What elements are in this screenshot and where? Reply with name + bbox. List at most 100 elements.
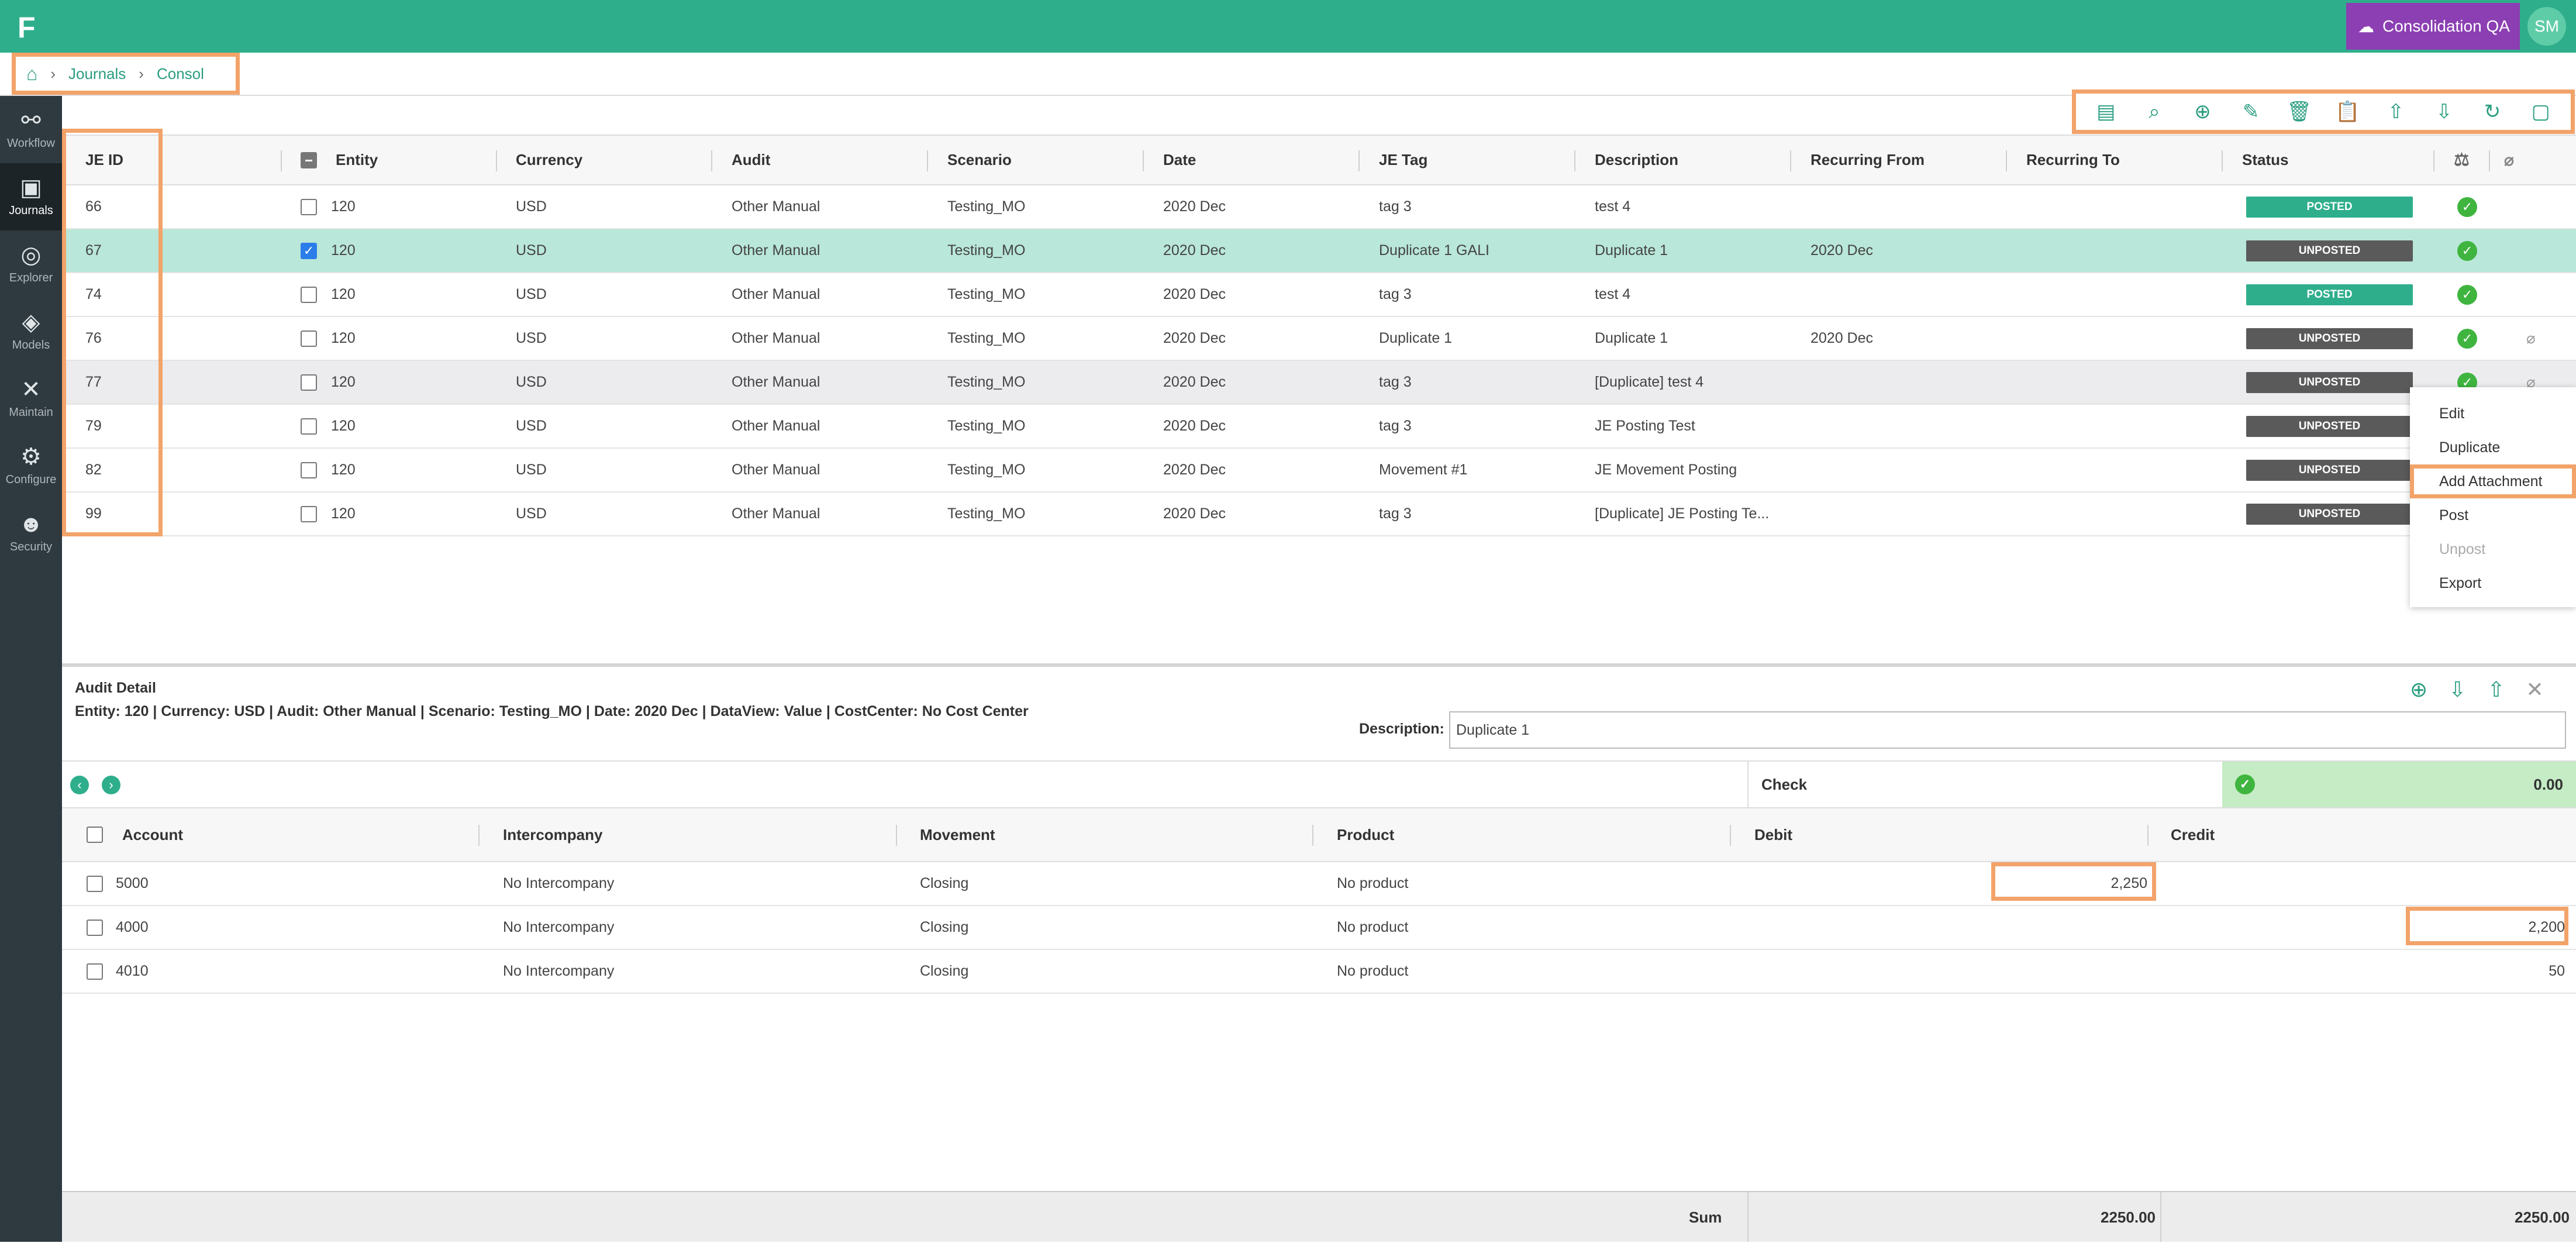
col-currency[interactable]: Currency xyxy=(516,136,582,184)
line-row[interactable]: 5000 No Intercompany Closing No product 2,25… xyxy=(62,862,2576,906)
delete-icon[interactable]: 🗑 xyxy=(2285,100,2314,123)
attachment-icon[interactable]: ⌀ xyxy=(2526,317,2536,360)
download-icon[interactable]: ⇩ xyxy=(2449,677,2466,702)
cell-tag: tag 3 xyxy=(1379,505,1412,522)
line-checkbox[interactable] xyxy=(87,950,103,993)
row-checkbox[interactable] xyxy=(301,185,317,228)
col-recurring-from[interactable]: Recurring From xyxy=(1811,136,1925,184)
sidebar-item-journals[interactable]: ▣ Journals xyxy=(0,163,62,230)
col-scenario[interactable]: Scenario xyxy=(947,136,1012,184)
line-checkbox[interactable] xyxy=(87,862,103,905)
cell-product: No product xyxy=(1337,919,1409,935)
cell-credit[interactable]: 50 xyxy=(2156,950,2565,993)
description-input[interactable] xyxy=(1449,711,2566,749)
cell-id: 99 xyxy=(85,505,102,522)
row-checkbox[interactable] xyxy=(301,361,317,404)
col-product[interactable]: Product xyxy=(1337,808,1394,861)
check-label: Check xyxy=(1747,762,2222,807)
select-all-checkbox[interactable] xyxy=(301,136,317,184)
col-je-tag[interactable]: JE Tag xyxy=(1379,136,1427,184)
download-icon[interactable]: ⇩ xyxy=(2429,100,2458,123)
chevron-right-icon: › xyxy=(50,64,56,82)
close-icon[interactable]: ✕ xyxy=(2526,677,2544,702)
sidebar-item-explorer[interactable]: ◎ Explorer xyxy=(0,230,62,298)
table-row[interactable]: 76 120 USD Other Manual Testing_MO 2020 Dec Du… xyxy=(62,317,2576,361)
cell-credit[interactable]: 2,200 xyxy=(2156,906,2565,949)
status-cell: UNPOSTED xyxy=(2246,493,2413,535)
cell-debit[interactable]: 2,250 xyxy=(1740,862,2147,905)
sidebar-item-maintain[interactable]: ✕ Maintain xyxy=(0,365,62,432)
search-icon[interactable]: ⌕ xyxy=(2140,101,2169,123)
table-row[interactable]: 79 120 USD Other Manual Testing_MO 2020 Dec ta… xyxy=(62,405,2576,449)
col-date[interactable]: Date xyxy=(1163,136,1196,184)
cell-id: 66 xyxy=(85,198,102,215)
home-icon[interactable]: ⌂ xyxy=(26,63,37,85)
table-row[interactable]: 99 120 USD Other Manual Testing_MO 2020 Dec ta… xyxy=(62,493,2576,536)
col-credit[interactable]: Credit xyxy=(2171,808,2215,861)
balance-icon[interactable]: ⚖ xyxy=(2454,136,2470,184)
col-description[interactable]: Description xyxy=(1595,136,1678,184)
row-checkbox[interactable]: ✓ xyxy=(301,229,317,272)
add-icon[interactable]: ⊕ xyxy=(2410,677,2427,702)
cell-tag: tag 3 xyxy=(1379,286,1412,302)
cell-entity: 120 xyxy=(331,462,356,478)
col-status[interactable]: Status xyxy=(2242,136,2288,184)
clipboard-icon[interactable]: 📋 xyxy=(2333,100,2362,123)
menu-item-post[interactable]: Post xyxy=(2410,498,2576,532)
breadcrumb-item-journals[interactable]: Journals xyxy=(68,65,126,83)
table-row[interactable]: 82 120 USD Other Manual Testing_MO 2020 Dec Mo… xyxy=(62,449,2576,493)
app-logo[interactable]: F xyxy=(18,12,53,43)
col-movement[interactable]: Movement xyxy=(920,808,995,861)
menu-item-add-attachment[interactable]: Add Attachment xyxy=(2410,464,2576,498)
row-checkbox[interactable] xyxy=(301,405,317,447)
attachment-icon[interactable]: ⌀ xyxy=(2504,136,2514,184)
sidebar-item-workflow[interactable]: ⚯ Workflow xyxy=(0,96,62,163)
col-audit[interactable]: Audit xyxy=(732,136,770,184)
cell-description: test 4 xyxy=(1595,198,1631,215)
add-icon[interactable]: ⊕ xyxy=(2188,100,2217,123)
sum-label: Sum xyxy=(1689,1208,1722,1226)
line-row[interactable]: 4000 No Intercompany Closing No product 2,20… xyxy=(62,906,2576,950)
status-badge: UNPOSTED xyxy=(2246,240,2413,261)
avatar[interactable]: SM xyxy=(2527,7,2566,46)
upload-icon[interactable]: ⇧ xyxy=(2381,100,2411,123)
app-switcher-button[interactable]: ☁ Consolidation QA xyxy=(2346,3,2520,50)
status-cell: UNPOSTED xyxy=(2246,449,2413,491)
row-checkbox[interactable] xyxy=(301,449,317,491)
next-icon[interactable]: › xyxy=(102,776,120,794)
check-ok-icon: ✓ xyxy=(2235,774,2255,794)
menu-item-edit[interactable]: Edit xyxy=(2410,397,2576,431)
view-details-icon[interactable]: ▤ xyxy=(2091,100,2120,123)
line-row[interactable]: 4010 No Intercompany Closing No product 50 xyxy=(62,950,2576,994)
save-icon[interactable]: ▢ xyxy=(2526,100,2556,123)
edit-icon[interactable]: ✎ xyxy=(2236,100,2265,123)
line-checkbox[interactable] xyxy=(87,906,103,949)
sidebar-item-configure[interactable]: ⚙ Configure xyxy=(0,432,62,500)
sidebar-item-models[interactable]: ◈ Models xyxy=(0,298,62,365)
lines-select-all-checkbox[interactable] xyxy=(87,808,103,861)
breadcrumb-item-consol[interactable]: Consol xyxy=(157,65,204,83)
cell-credit[interactable] xyxy=(2156,862,2565,905)
refresh-icon[interactable]: ↻ xyxy=(2478,100,2507,123)
table-row[interactable]: 66 120 USD Other Manual Testing_MO 2020 Dec ta… xyxy=(62,185,2576,229)
col-debit[interactable]: Debit xyxy=(1754,808,1792,861)
menu-item-export[interactable]: Export xyxy=(2410,566,2576,600)
col-recurring-to[interactable]: Recurring To xyxy=(2026,136,2120,184)
cell-audit: Other Manual xyxy=(732,418,820,434)
upload-icon[interactable]: ⇧ xyxy=(2487,677,2505,702)
row-checkbox[interactable] xyxy=(301,273,317,316)
col-intercompany[interactable]: Intercompany xyxy=(503,808,603,861)
menu-item-duplicate[interactable]: Duplicate xyxy=(2410,431,2576,464)
row-checkbox[interactable] xyxy=(301,317,317,360)
table-row[interactable]: ✓ 67 120 USD Other Manual Testing_MO 2020 Dec D… xyxy=(62,229,2576,273)
cell-debit[interactable] xyxy=(1740,950,2147,993)
row-checkbox[interactable] xyxy=(301,493,317,535)
sidebar-item-security[interactable]: ☻ Security xyxy=(0,500,62,567)
table-row[interactable]: 74 120 USD Other Manual Testing_MO 2020 Dec ta… xyxy=(62,273,2576,317)
col-entity[interactable]: Entity xyxy=(336,136,378,184)
cell-debit[interactable] xyxy=(1740,906,2147,949)
table-row[interactable]: 77 120 USD Other Manual Testing_MO 2020 Dec ta… xyxy=(62,361,2576,405)
col-account[interactable]: Account xyxy=(122,808,183,861)
previous-icon[interactable]: ‹ xyxy=(70,776,89,794)
col-je-id[interactable]: JE ID xyxy=(85,136,123,184)
